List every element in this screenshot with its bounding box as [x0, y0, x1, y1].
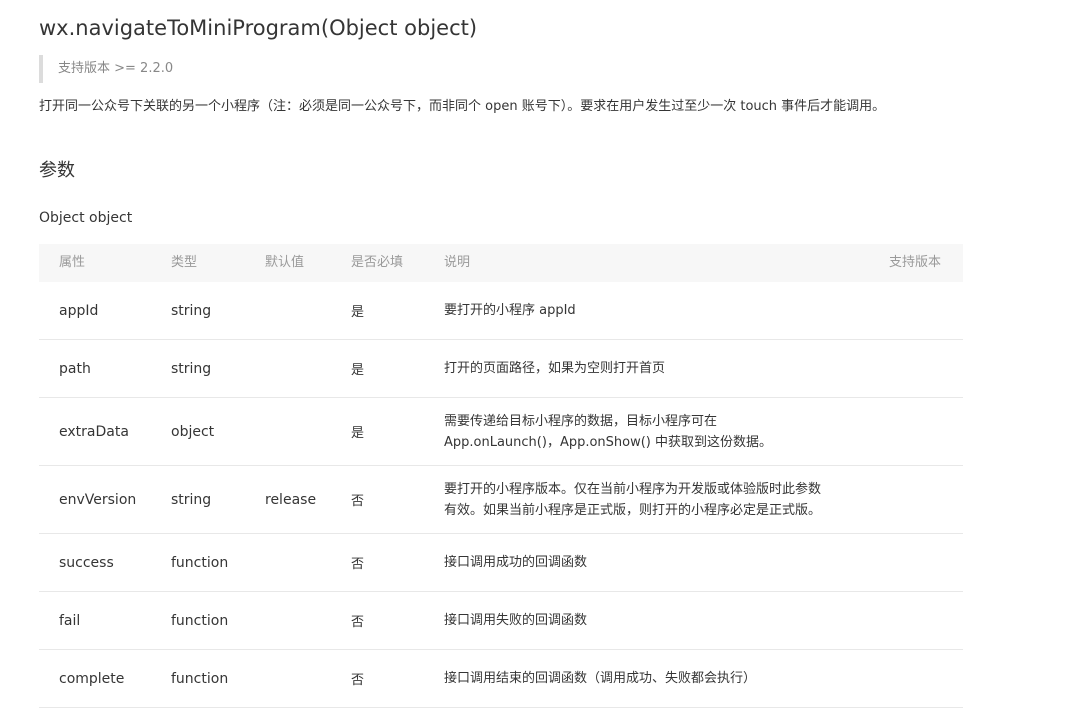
cell-type: string [171, 302, 212, 319]
cell-description: 接口调用结束的回调函数（调用成功、失败都会执行） [444, 650, 854, 707]
cell-description: 要打开的小程序版本。仅在当前小程序为开发版或体验版时此参数 有效。如果当前小程序… [444, 466, 854, 533]
desc-line: 打开的页面路径，如果为空则打开首页 [444, 361, 666, 376]
cell-description: 要打开的小程序 appId [444, 282, 854, 339]
desc-line: 要打开的小程序版本。仅在当前小程序为开发版或体验版时此参数 [444, 481, 822, 497]
table-header: 属性 类型 默认值 是否必填 说明 支持版本 [39, 244, 963, 282]
version-note: 支持版本 >= 2.2.0 [39, 55, 173, 83]
api-description: 打开同一公众号下关联的另一个小程序（注：必须是同一公众号下，而非同个 open … [39, 99, 886, 114]
table-row: complete function 否 接口调用结束的回调函数（调用成功、失败都… [39, 650, 963, 708]
cell-name: path [59, 360, 91, 377]
header-default: 默认值 [265, 255, 305, 270]
cell-description: 接口调用失败的回调函数 [444, 592, 854, 649]
object-label: Object object [39, 210, 133, 226]
cell-type: object [171, 423, 215, 440]
cell-name: success [59, 554, 114, 571]
header-description: 说明 [444, 255, 471, 270]
cell-required: 否 [351, 615, 365, 630]
desc-line: App.onLaunch()，App.onShow() 中获取到这份数据。 [444, 434, 773, 450]
header-version: 支持版本 [889, 255, 942, 270]
cell-description: 打开的页面路径，如果为空则打开首页 [444, 340, 854, 397]
cell-default: release [265, 491, 317, 508]
params-table: 属性 类型 默认值 是否必填 说明 支持版本 appId string 是 要打… [39, 244, 963, 708]
desc-line: 接口调用失败的回调函数 [444, 613, 588, 628]
cell-type: function [171, 612, 229, 629]
cell-required: 是 [351, 305, 365, 320]
table-row: extraData object 是 需要传递给目标小程序的数据，目标小程序可在… [39, 398, 963, 466]
desc-line: 需要传递给目标小程序的数据，目标小程序可在 [444, 413, 718, 429]
cell-name: complete [59, 670, 125, 687]
desc-line: 接口调用结束的回调函数（调用成功、失败都会执行） [444, 671, 757, 686]
cell-name: fail [59, 612, 81, 629]
cell-required: 否 [351, 673, 365, 688]
desc-line: 接口调用成功的回调函数 [444, 555, 588, 570]
cell-name: appId [59, 302, 99, 319]
cell-required: 是 [351, 363, 365, 378]
desc-line: 要打开的小程序 appId [444, 303, 576, 318]
table-row: envVersion string release 否 要打开的小程序版本。仅在… [39, 466, 963, 534]
cell-type: function [171, 670, 229, 687]
header-type: 类型 [171, 255, 198, 270]
desc-line: 有效。如果当前小程序是正式版，则打开的小程序必定是正式版。 [444, 502, 822, 518]
cell-required: 否 [351, 557, 365, 572]
header-property: 属性 [59, 255, 86, 270]
cell-description: 接口调用成功的回调函数 [444, 534, 854, 591]
table-row: fail function 否 接口调用失败的回调函数 [39, 592, 963, 650]
cell-type: function [171, 554, 229, 571]
table-row: path string 是 打开的页面路径，如果为空则打开首页 [39, 340, 963, 398]
cell-name: envVersion [59, 491, 137, 508]
doc-page: wx.navigateToMiniProgram(Object object) … [0, 0, 1080, 716]
cell-type: string [171, 491, 212, 508]
table-row: appId string 是 要打开的小程序 appId [39, 282, 963, 340]
cell-required: 是 [351, 426, 365, 441]
table-row: success function 否 接口调用成功的回调函数 [39, 534, 963, 592]
cell-type: string [171, 360, 212, 377]
header-required: 是否必填 [351, 255, 404, 270]
api-title: wx.navigateToMiniProgram(Object object) [39, 16, 478, 40]
cell-name: extraData [59, 423, 129, 440]
params-heading: 参数 [39, 160, 75, 181]
cell-description: 需要传递给目标小程序的数据，目标小程序可在 App.onLaunch()，App… [444, 398, 854, 465]
cell-required: 否 [351, 494, 365, 509]
